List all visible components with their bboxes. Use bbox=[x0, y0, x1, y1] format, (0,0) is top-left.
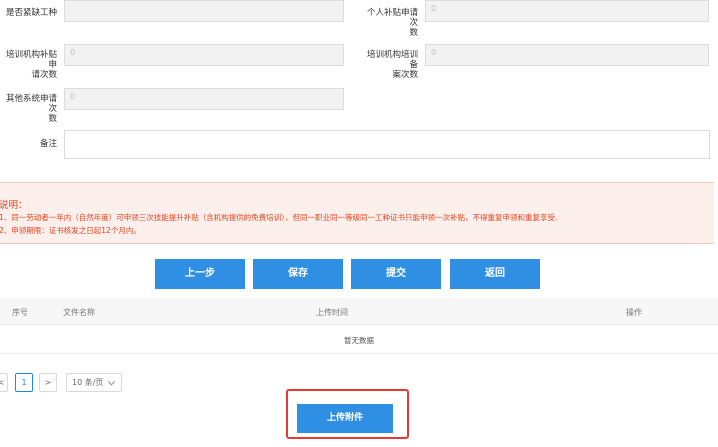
table-empty-row: 暂无数据 bbox=[0, 325, 718, 354]
label-line: 培训机构补贴申 bbox=[5, 50, 57, 70]
empty-text: 暂无数据 bbox=[344, 336, 374, 345]
org-subsidy-field[interactable]: 0 bbox=[64, 44, 344, 66]
label-line: 请次数 bbox=[31, 70, 57, 80]
org-record-field[interactable]: 0 bbox=[425, 44, 709, 66]
notice-box: 说明： 1、同一劳动者一年内（自然年度）可申领三次技能提升补贴（含机构提供的免费… bbox=[0, 182, 714, 244]
personal-count-field[interactable]: 0 bbox=[425, 0, 709, 22]
column-filename: 文件名称 bbox=[63, 308, 95, 317]
shortage-field[interactable] bbox=[64, 0, 344, 22]
page-size-label: 10 条/页 bbox=[72, 378, 104, 387]
back-button[interactable]: 返回 bbox=[450, 259, 540, 289]
page-size-select[interactable]: 10 条/页 bbox=[66, 373, 122, 392]
label-line: 数 bbox=[48, 114, 57, 124]
prev-step-button[interactable]: 上一步 bbox=[155, 259, 245, 289]
prev-page-button[interactable]: < bbox=[0, 373, 8, 392]
label-line: 案次数 bbox=[392, 70, 418, 80]
label-line: 数 bbox=[409, 28, 418, 38]
label-line: 个人补贴申请次 bbox=[366, 8, 418, 28]
label-line: 其他系统申请次 bbox=[5, 94, 57, 114]
submit-button[interactable]: 提交 bbox=[351, 259, 441, 289]
other-system-field[interactable]: 0 bbox=[64, 88, 344, 110]
notice-title: 说明： bbox=[0, 200, 28, 211]
notice-line-1: 1、同一劳动者一年内（自然年度）可申领三次技能提升补贴（含机构提供的免费培训），… bbox=[0, 213, 558, 222]
notice-line-2: 2、申领期限：证书核发之日起12个月内。 bbox=[0, 226, 141, 235]
label-remark: 备注 bbox=[39, 139, 57, 149]
table-header: 序号 文件名称 上传时间 操作 bbox=[0, 298, 718, 325]
label-org-record: 培训机构培训备 案次数 bbox=[360, 50, 418, 80]
save-button[interactable]: 保存 bbox=[253, 259, 343, 289]
label-shortage: 是否紧缺工种 bbox=[5, 8, 57, 18]
remark-textarea[interactable] bbox=[64, 130, 710, 159]
label-line: 培训机构培训备 bbox=[366, 50, 418, 70]
chevron-down-icon bbox=[108, 381, 115, 386]
label-org-subsidy: 培训机构补贴申 请次数 bbox=[0, 50, 57, 80]
column-index: 序号 bbox=[12, 308, 28, 317]
column-upload-time: 上传时间 bbox=[316, 308, 348, 317]
label-other-system: 其他系统申请次 数 bbox=[0, 94, 57, 124]
label-personal-count: 个人补贴申请次 数 bbox=[360, 8, 418, 38]
page-1-button[interactable]: 1 bbox=[15, 373, 33, 392]
upload-attachment-button[interactable]: 上传附件 bbox=[297, 404, 393, 433]
column-operation: 操作 bbox=[626, 308, 642, 317]
next-page-button[interactable]: > bbox=[39, 373, 57, 392]
